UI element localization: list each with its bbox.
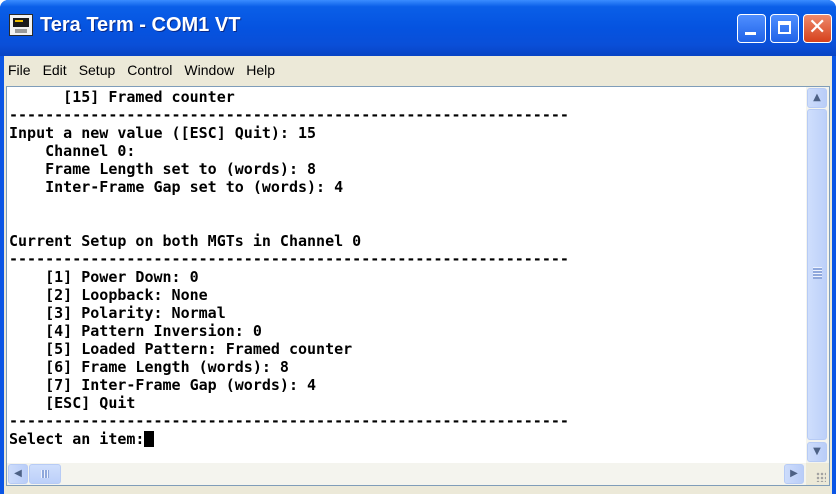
terminal-line: [3] Polarity: Normal xyxy=(9,304,226,322)
menu-setup[interactable]: Setup xyxy=(73,60,122,80)
terminal-frame: [15] Framed counter --------------------… xyxy=(6,86,830,486)
menu-file[interactable]: File xyxy=(4,60,37,80)
terminal-separator: ----------------------------------------… xyxy=(9,250,569,268)
terminal-line: Input a new value ([ESC] Quit): 15 xyxy=(9,124,317,142)
terminal-prompt: Select an item: xyxy=(9,430,145,448)
menu-control[interactable]: Control xyxy=(121,60,178,80)
scroll-right-button[interactable]: ▶ xyxy=(784,464,804,484)
terminal-line: [2] Loopback: None xyxy=(9,286,208,304)
horizontal-scrollbar[interactable]: ◀ ▶ xyxy=(7,463,806,485)
terminal-separator: ----------------------------------------… xyxy=(9,412,569,430)
menu-help[interactable]: Help xyxy=(240,60,281,80)
terminal-line: Inter-Frame Gap set to (words): 4 xyxy=(9,178,344,196)
terminal-prompt-line: Select an item: xyxy=(9,430,805,448)
title-bar[interactable]: Tera Term - COM1 VT ✕ xyxy=(0,0,836,56)
terminal-line: Current Setup on both MGTs in Channel 0 xyxy=(9,232,362,250)
chevron-down-icon: ▼ xyxy=(813,446,821,457)
vertical-scroll-thumb[interactable] xyxy=(807,109,827,440)
terminal-line: [6] Frame Length (words): 8 xyxy=(9,358,289,376)
close-icon: ✕ xyxy=(808,15,827,40)
menu-bar: File Edit Setup Control Window Help xyxy=(4,56,832,84)
menu-window[interactable]: Window xyxy=(178,60,240,80)
grip-icon xyxy=(813,267,822,279)
terminal-line: [7] Inter-Frame Gap (words): 4 xyxy=(9,376,317,394)
terminal-line: Channel 0: xyxy=(9,142,136,160)
minimize-icon xyxy=(745,32,756,35)
window-client-area: File Edit Setup Control Window Help [15]… xyxy=(4,56,832,494)
scroll-up-button[interactable]: ▲ xyxy=(807,88,827,108)
terminal-line: [ESC] Quit xyxy=(9,394,136,412)
chevron-left-icon: ◀ xyxy=(14,468,22,479)
scroll-down-button[interactable]: ▼ xyxy=(807,442,827,462)
terminal-separator: ----------------------------------------… xyxy=(9,106,569,124)
terminal-line: [1] Power Down: 0 xyxy=(9,268,199,286)
maximize-button[interactable] xyxy=(770,14,799,43)
terminal-line: [5] Loaded Pattern: Framed counter xyxy=(9,340,353,358)
chevron-right-icon: ▶ xyxy=(790,468,798,479)
maximize-icon xyxy=(778,21,791,34)
horizontal-scroll-thumb[interactable] xyxy=(29,464,61,484)
scroll-left-button[interactable]: ◀ xyxy=(8,464,28,484)
menu-edit[interactable]: Edit xyxy=(37,60,73,80)
terminal-cursor xyxy=(144,431,155,447)
terminal-line: Frame Length set to (words): 8 xyxy=(9,160,317,178)
tera-term-window: Tera Term - COM1 VT ✕ File Edit Setup Co… xyxy=(0,0,836,494)
resize-grip-icon xyxy=(816,472,826,482)
terminal-screen[interactable]: [15] Framed counter --------------------… xyxy=(9,88,805,462)
resize-grip[interactable] xyxy=(806,463,829,485)
minimize-button[interactable] xyxy=(737,14,766,43)
vertical-scrollbar[interactable]: ▲ ▼ xyxy=(806,87,829,463)
close-button[interactable]: ✕ xyxy=(803,14,832,43)
chevron-up-icon: ▲ xyxy=(813,92,821,103)
terminal-line: [4] Pattern Inversion: 0 xyxy=(9,322,262,340)
grip-icon xyxy=(41,470,49,478)
tera-term-icon[interactable] xyxy=(9,14,33,36)
terminal-line: [15] Framed counter xyxy=(9,88,235,106)
window-title: Tera Term - COM1 VT xyxy=(40,14,241,36)
